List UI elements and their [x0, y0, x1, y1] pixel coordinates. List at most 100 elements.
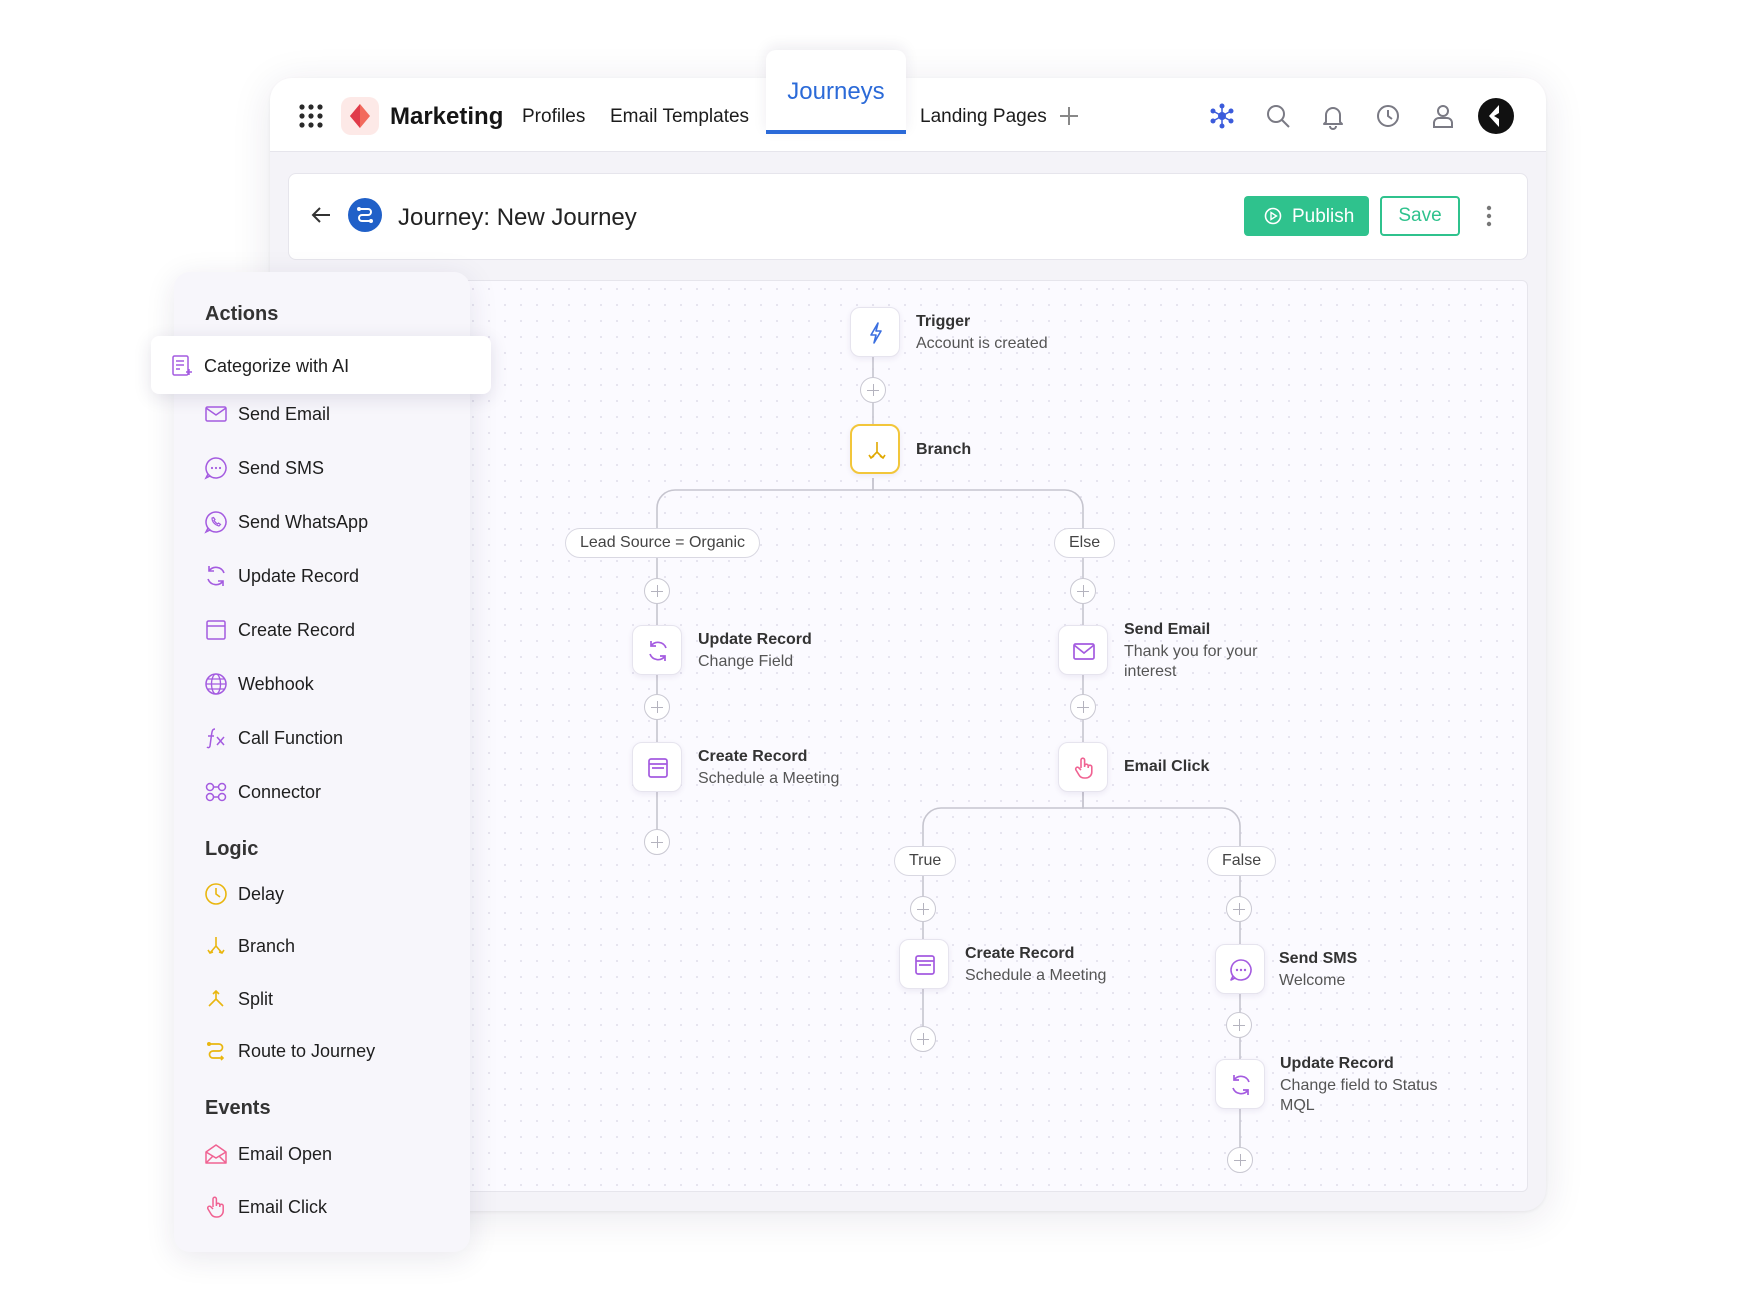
palette-item-connector[interactable]: Connector	[204, 776, 454, 808]
palette-item-email-click[interactable]: Email Click	[204, 1191, 454, 1223]
save-button[interactable]: Save	[1380, 196, 1460, 236]
tab-profiles[interactable]: Profiles	[522, 106, 585, 128]
palette-item-send-email[interactable]: Send Email	[204, 398, 454, 430]
create-record-node[interactable]	[899, 939, 949, 989]
add-step-button[interactable]	[910, 1026, 936, 1052]
palette-item-label: Send WhatsApp	[238, 512, 369, 532]
palette-item-categorize-ai-content[interactable]: Categorize with AI	[170, 350, 420, 382]
condition-lead-source[interactable]: Lead Source = Organic	[565, 528, 760, 558]
add-step-button[interactable]	[644, 694, 670, 720]
palette-item-email-open[interactable]: Email Open	[204, 1138, 454, 1170]
back-arrow-icon[interactable]	[310, 204, 332, 226]
palette-item-label: Delay	[238, 884, 285, 904]
publish-label: Publish	[1292, 206, 1355, 227]
tab-email-templates[interactable]: Email Templates	[610, 106, 749, 128]
user-icon[interactable]	[1429, 102, 1457, 130]
add-step-button[interactable]	[644, 829, 670, 855]
update-record-node[interactable]	[632, 625, 682, 675]
actions-heading: Actions	[205, 303, 279, 325]
palette-item-delay[interactable]: Delay	[204, 878, 454, 910]
step-subtitle: Schedule a Meeting	[965, 967, 1107, 984]
journey-icon	[348, 198, 382, 232]
palette-item-call-function[interactable]: Call Function	[204, 722, 454, 754]
clock-icon[interactable]	[1374, 102, 1402, 130]
logic-heading: Logic	[205, 838, 259, 860]
whatsapp-icon	[204, 511, 227, 534]
branch-node[interactable]	[850, 424, 900, 474]
events-heading: Events	[205, 1097, 271, 1119]
route-icon	[207, 1042, 225, 1061]
bell-icon[interactable]	[1319, 102, 1347, 130]
condition-true[interactable]: True	[894, 846, 957, 876]
add-step-button[interactable]	[1070, 578, 1096, 604]
palette-item-send-whatsapp[interactable]: Send WhatsApp	[204, 506, 454, 538]
publish-button[interactable]: Publish	[1244, 196, 1369, 236]
palette-item-webhook[interactable]: Webhook	[204, 668, 454, 700]
step-subtitle: Change Field	[698, 653, 794, 670]
ai-categorize-icon	[172, 355, 192, 376]
trigger-node[interactable]	[850, 307, 900, 357]
step-subtitle: Thank you for your interest	[1124, 643, 1258, 680]
send-sms-node[interactable]	[1215, 944, 1265, 994]
add-step-button[interactable]	[910, 896, 936, 922]
trigger-subtitle: Account is created	[916, 335, 1048, 352]
add-step-button[interactable]	[644, 578, 670, 604]
step-subtitle: Schedule a Meeting	[698, 770, 840, 787]
more-options-icon[interactable]	[1484, 204, 1494, 228]
palette-item-route-to-journey[interactable]: Route to Journey	[204, 1035, 454, 1067]
add-step-button[interactable]	[1226, 1012, 1252, 1038]
email-click-node[interactable]	[1058, 742, 1108, 792]
page-title: Journey: New Journey	[398, 204, 637, 231]
send-email-node[interactable]	[1058, 625, 1108, 675]
add-step-button[interactable]	[1227, 1147, 1253, 1173]
step-title: Update Record	[698, 631, 812, 648]
step-title: Email Click	[1124, 758, 1210, 775]
palette-item-send-sms[interactable]: Send SMS	[204, 452, 454, 484]
network-icon[interactable]	[1208, 102, 1236, 130]
palette-item-update-record[interactable]: Update Record	[204, 560, 454, 592]
add-tab-plus-icon[interactable]	[1056, 103, 1082, 129]
add-step-button[interactable]	[860, 377, 886, 403]
update-record-node[interactable]	[1215, 1059, 1265, 1109]
palette-item-label: Call Function	[238, 728, 344, 748]
step-title: Send Email	[1124, 621, 1211, 638]
palette-item-label: Branch	[238, 936, 296, 956]
connector-icon	[205, 782, 227, 802]
palette-item-create-record[interactable]: Create Record	[204, 614, 454, 646]
play-circle-icon	[1264, 207, 1282, 225]
chat-bubble-icon	[1230, 959, 1252, 981]
create-record-node[interactable]	[632, 742, 682, 792]
step-title: Create Record	[965, 945, 1075, 962]
palette-item-label: Route to Journey	[238, 1041, 376, 1061]
palette-item-branch[interactable]: Branch	[204, 930, 454, 962]
condition-false[interactable]: False	[1207, 846, 1277, 876]
condition-else[interactable]: Else	[1054, 528, 1116, 558]
tab-journeys[interactable]: Journeys	[766, 50, 906, 134]
envelope-icon	[205, 406, 227, 422]
search-icon[interactable]	[1264, 102, 1292, 130]
refresh-icon	[1232, 1075, 1250, 1095]
brand-app-icon[interactable]	[1478, 98, 1514, 134]
add-step-button[interactable]	[1226, 896, 1252, 922]
palette-item-label: Update Record	[238, 566, 360, 586]
palette-item-label: Categorize with AI	[204, 356, 350, 376]
palette-item-label: Send Email	[238, 404, 331, 424]
palette-item-label: Email Open	[238, 1144, 333, 1164]
palette-item-split[interactable]: Split	[204, 983, 454, 1015]
app-brand-name: Marketing	[390, 103, 504, 130]
palette-item-label: Split	[238, 989, 274, 1009]
apps-grid-icon[interactable]	[298, 103, 324, 129]
tab-journeys-label: Journeys	[787, 78, 885, 105]
palette-item-label: Send SMS	[238, 458, 325, 478]
step-subtitle: Change field to Status MQL	[1280, 1077, 1438, 1114]
palette-item-label: Connector	[238, 782, 322, 802]
record-icon	[648, 758, 668, 778]
palette-item-label: Webhook	[238, 674, 314, 694]
add-step-button[interactable]	[1070, 694, 1096, 720]
open-envelope-icon	[205, 1144, 227, 1164]
tab-landing-pages[interactable]: Landing Pages	[920, 106, 1047, 128]
brand-logo-icon	[341, 97, 379, 135]
lightning-icon	[870, 322, 882, 344]
branch-title: Branch	[916, 441, 972, 458]
step-title: Create Record	[698, 748, 808, 765]
